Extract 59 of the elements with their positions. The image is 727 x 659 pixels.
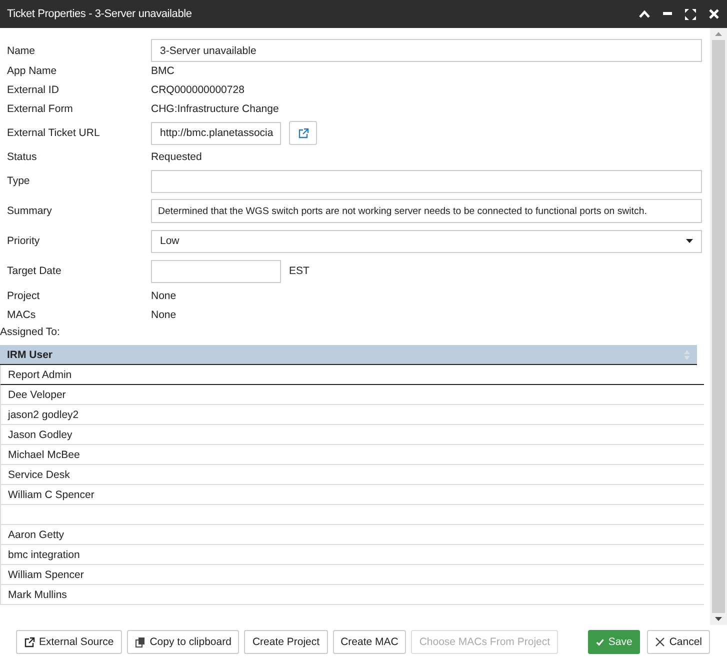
field-label: App Name — [6, 64, 58, 76]
close-icon[interactable] — [709, 9, 719, 19]
table-row[interactable]: Dee Veloper — [0, 385, 704, 405]
action-button[interactable]: External Source — [16, 630, 122, 654]
field-label: Type — [6, 175, 31, 187]
table-row[interactable]: William C Spencer — [0, 485, 704, 505]
field-label: Priority — [6, 235, 41, 247]
timezone-label: EST — [289, 265, 310, 277]
table-row[interactable]: Service Desk — [0, 465, 704, 485]
external-link-icon — [298, 128, 308, 138]
action-button[interactable]: Copy to clipboard — [126, 630, 240, 654]
dropdown-caret-icon — [686, 239, 693, 243]
field-label: Project — [6, 290, 41, 302]
scrollbar[interactable] — [710, 28, 727, 625]
scroll-down-icon[interactable] — [715, 617, 722, 621]
check-icon — [596, 637, 604, 647]
field-label: External ID — [6, 84, 60, 96]
maximize-icon[interactable] — [685, 8, 696, 20]
field-label: Status — [6, 151, 38, 163]
sort-icon — [684, 350, 690, 360]
field-value: CRQ000000000728 — [151, 84, 246, 96]
priority-dropdown[interactable]: Low — [151, 230, 702, 252]
field-label: Name — [6, 44, 36, 56]
field-value: Requested — [151, 151, 203, 163]
field-value: None — [151, 308, 178, 320]
field-value: CHG:Infrastructure Change — [151, 102, 280, 114]
table-row[interactable]: Aaron Getty — [0, 525, 704, 545]
copy-icon — [134, 636, 146, 648]
field-label: Summary — [6, 205, 53, 217]
input-field[interactable]: 3-Server unavailable — [151, 39, 702, 62]
save-button[interactable]: Save — [588, 630, 640, 654]
column-header[interactable]: IRM User — [0, 345, 697, 365]
assigned-to-label: Assigned To: — [0, 325, 61, 340]
table-row[interactable]: William Spencer — [0, 565, 704, 585]
external-link-icon — [24, 636, 35, 648]
minimize-icon[interactable] — [663, 12, 672, 16]
window-title: Ticket Properties - 3-Server unavailable — [7, 8, 193, 20]
date-field[interactable] — [151, 260, 281, 282]
open-link-button[interactable] — [289, 121, 317, 145]
table-row[interactable]: bmc integration — [0, 545, 704, 565]
scroll-up-icon[interactable] — [715, 32, 722, 36]
action-button[interactable]: Create MAC — [332, 630, 406, 654]
table-row[interactable]: Mark Mullins — [0, 585, 704, 605]
table-row[interactable]: Michael McBee — [0, 445, 704, 465]
close-icon — [655, 637, 666, 647]
url-field[interactable]: http://bmc.planetassocia — [151, 122, 281, 144]
action-button[interactable]: Create Project — [244, 630, 328, 654]
collapse-icon[interactable] — [639, 10, 650, 18]
field-label: External Ticket URL — [6, 127, 101, 139]
field-label: Target Date — [6, 265, 62, 277]
field-value: None — [151, 290, 178, 302]
input-field[interactable]: Determined that the WGS switch ports are not working server needs to be connected to functional ports on switch. — [151, 199, 702, 223]
field-value: BMC — [151, 64, 176, 76]
cancel-button[interactable]: Cancel — [647, 630, 710, 654]
table-row[interactable]: jason2 godley2 — [0, 405, 704, 425]
field-label: MACs — [6, 308, 37, 320]
table-row[interactable]: Jason Godley — [0, 425, 704, 445]
table-row[interactable]: Report Admin — [0, 365, 704, 385]
field-label: External Form — [6, 102, 74, 114]
